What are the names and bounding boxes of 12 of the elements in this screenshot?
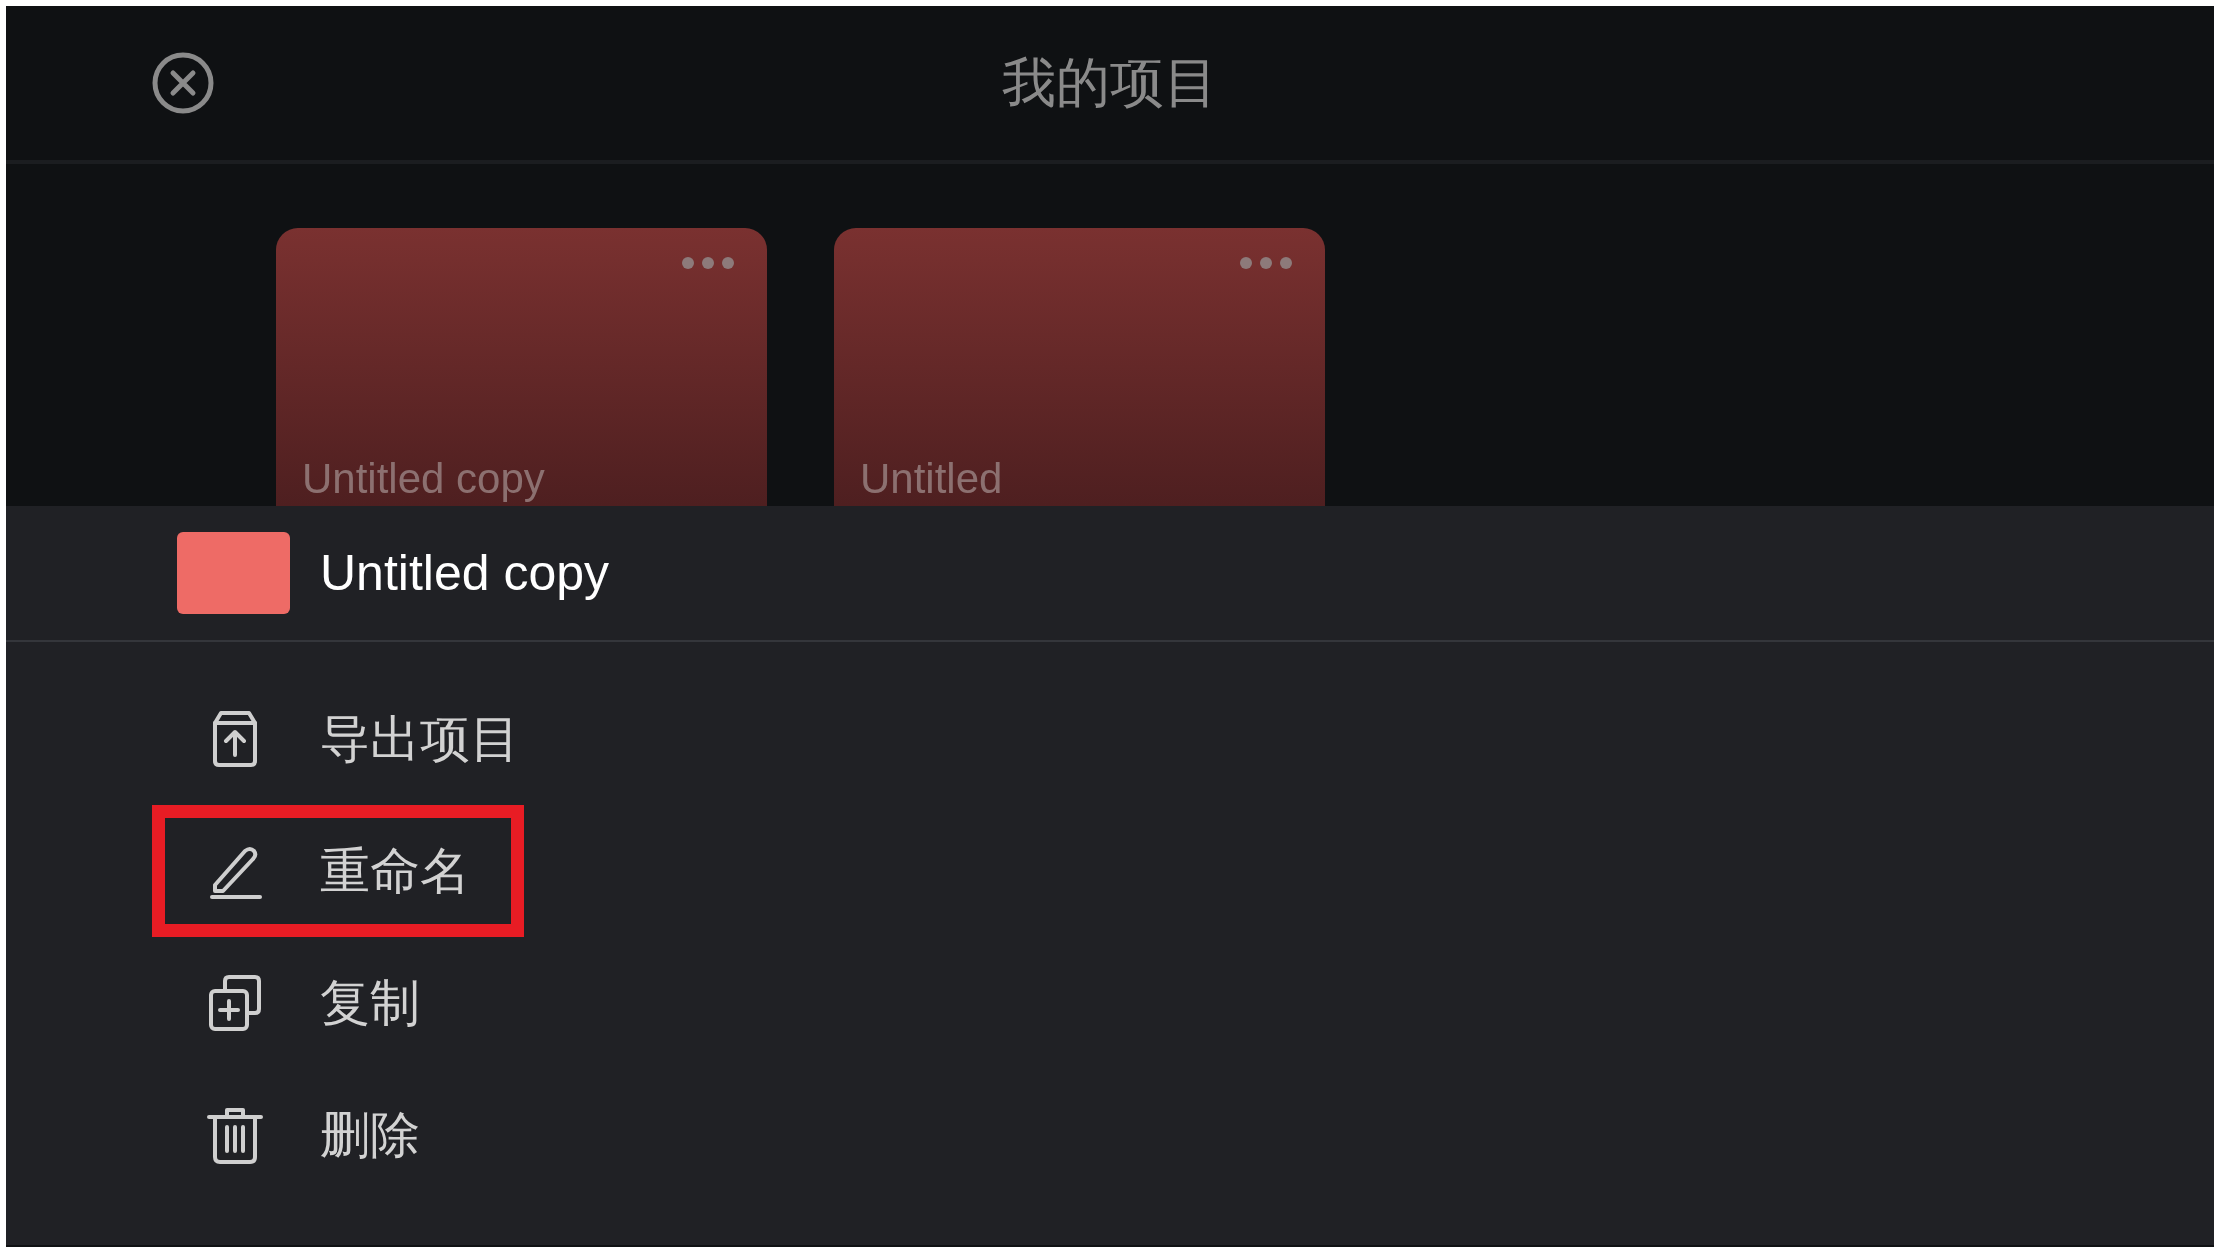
menu-item[interactable]: 重命名 <box>320 837 470 905</box>
sheet-title: Untitled copy <box>320 544 610 602</box>
page-title: 我的项目 <box>1002 51 1218 112</box>
menu-item[interactable]: 删除 <box>320 1101 420 1169</box>
more-icon[interactable] <box>1239 256 1293 270</box>
menu-item[interactable]: 导出项目 <box>320 705 520 773</box>
project-name: Untitled copy <box>302 455 546 502</box>
more-icon[interactable] <box>681 256 735 270</box>
close-icon[interactable] <box>152 52 214 114</box>
trash-icon <box>205 1105 265 1165</box>
menu-item[interactable]: 复制 <box>320 969 420 1037</box>
project-name: Untitled <box>860 455 1004 502</box>
